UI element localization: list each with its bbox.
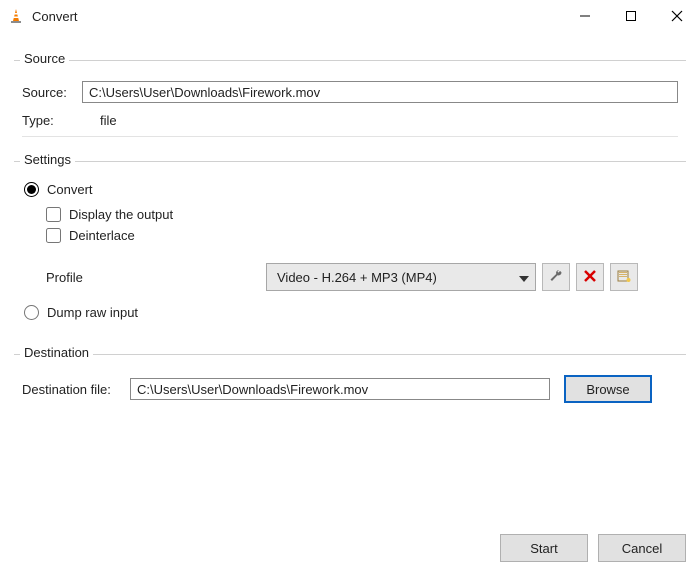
profile-selected-value: Video - H.264 + MP3 (MP4) — [277, 270, 437, 285]
close-button[interactable] — [654, 0, 700, 32]
dialog-footer: Start Cancel — [500, 534, 686, 562]
profile-label: Profile — [46, 270, 266, 285]
profile-select[interactable]: Video - H.264 + MP3 (MP4) — [266, 263, 536, 291]
dump-raw-label: Dump raw input — [47, 305, 138, 320]
maximize-button[interactable] — [608, 0, 654, 32]
window-title: Convert — [32, 9, 78, 24]
browse-button[interactable]: Browse — [564, 375, 652, 403]
vlc-cone-icon — [8, 8, 24, 24]
new-profile-icon — [616, 268, 632, 287]
dump-raw-radio-input[interactable] — [24, 305, 39, 320]
type-label: Type: — [22, 113, 82, 128]
minimize-button[interactable] — [562, 0, 608, 32]
destination-legend: Destination — [20, 345, 93, 360]
cancel-button[interactable]: Cancel — [598, 534, 686, 562]
destination-input[interactable] — [130, 378, 550, 400]
wrench-icon — [548, 268, 564, 287]
convert-radio-label: Convert — [47, 182, 93, 197]
start-button[interactable]: Start — [500, 534, 588, 562]
display-output-checkbox[interactable]: Display the output — [46, 207, 678, 222]
window-controls — [562, 0, 700, 32]
source-label: Source: — [22, 85, 82, 100]
convert-radio[interactable]: Convert — [24, 182, 678, 197]
destination-group: Destination Destination file: Browse — [14, 354, 686, 415]
x-red-icon — [583, 269, 597, 286]
display-output-checkbox-input[interactable] — [46, 207, 61, 222]
source-group: Source Source: Type: file — [14, 60, 686, 143]
edit-profile-button[interactable] — [542, 263, 570, 291]
source-legend: Source — [20, 51, 69, 66]
settings-legend: Settings — [20, 152, 75, 167]
titlebar: Convert — [0, 0, 700, 32]
destination-label: Destination file: — [22, 382, 130, 397]
dump-raw-radio[interactable]: Dump raw input — [24, 305, 678, 320]
deinterlace-checkbox[interactable]: Deinterlace — [46, 228, 678, 243]
source-input[interactable] — [82, 81, 678, 103]
deinterlace-label: Deinterlace — [69, 228, 135, 243]
convert-radio-input[interactable] — [24, 182, 39, 197]
settings-group: Settings Convert Display the output Dein… — [14, 161, 686, 336]
display-output-label: Display the output — [69, 207, 173, 222]
type-value: file — [100, 113, 117, 128]
chevron-down-icon — [519, 270, 529, 285]
deinterlace-checkbox-input[interactable] — [46, 228, 61, 243]
new-profile-button[interactable] — [610, 263, 638, 291]
delete-profile-button[interactable] — [576, 263, 604, 291]
